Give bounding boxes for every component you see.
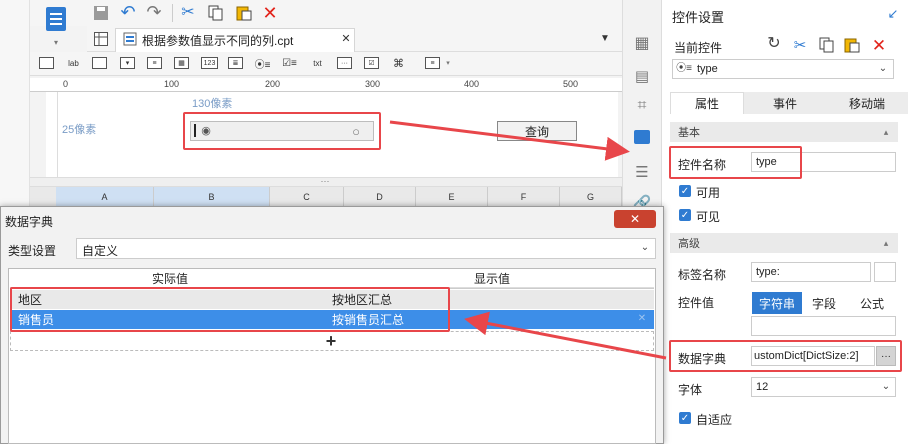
- annotation-arrows: [389, 120, 667, 360]
